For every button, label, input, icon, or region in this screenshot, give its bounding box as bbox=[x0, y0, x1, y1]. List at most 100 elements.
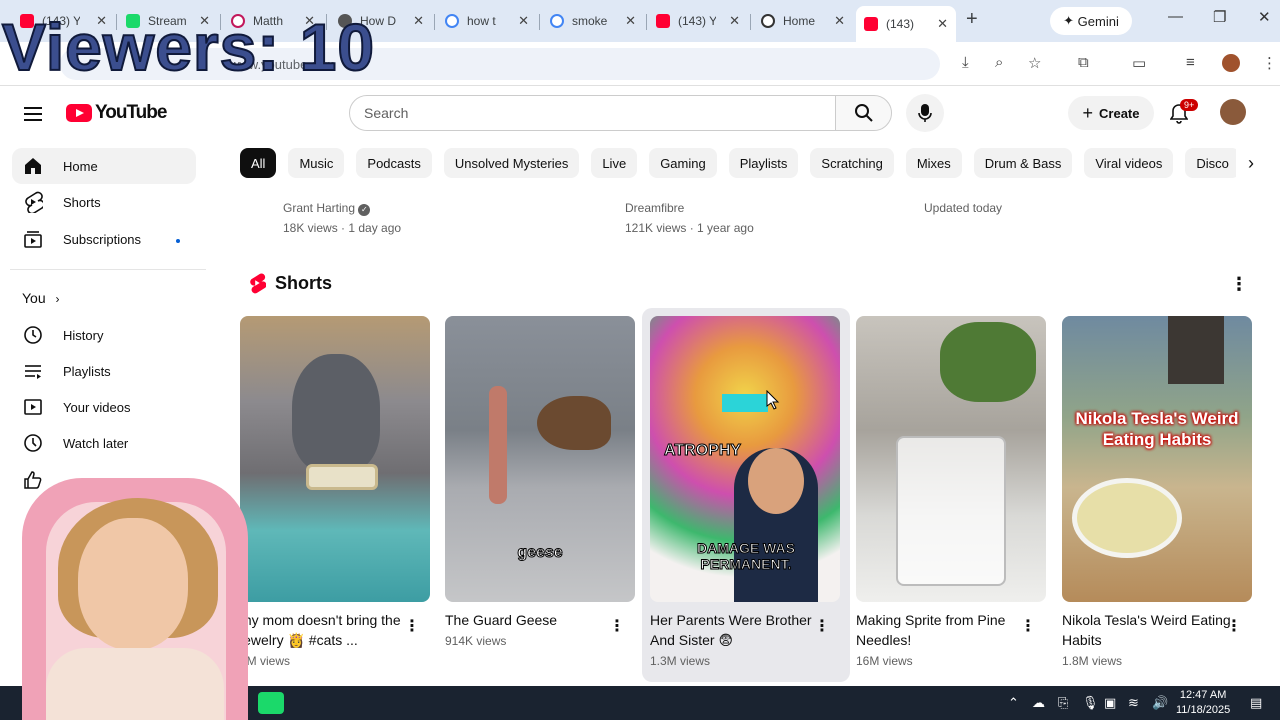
sidebar-item-label: Playlists bbox=[63, 363, 111, 379]
chip-drum-bass[interactable]: Drum & Bass bbox=[973, 148, 1073, 178]
reading-mode-icon[interactable]: ▭ bbox=[1132, 54, 1146, 72]
openai-favicon-icon bbox=[761, 14, 775, 28]
youtube-logo[interactable]: YouTube bbox=[66, 102, 167, 124]
more-options-icon[interactable]: ⋮ bbox=[1226, 616, 1242, 636]
restore-icon[interactable]: ❐ bbox=[1213, 8, 1226, 26]
chip-live[interactable]: Live bbox=[591, 148, 638, 178]
short-thumbnail[interactable]: Nikola Tesla's Weird Eating Habits bbox=[1062, 316, 1252, 602]
short-thumbnail[interactable] bbox=[240, 316, 430, 602]
bookmark-star-icon[interactable]: ☆ bbox=[1028, 54, 1041, 72]
install-icon[interactable]: ⤓ bbox=[962, 54, 969, 71]
short-title[interactable]: my mom doesn't bring the jewelry 👸 #cats… bbox=[240, 610, 410, 650]
more-options-icon[interactable]: ⋮ bbox=[609, 616, 625, 636]
filter-chips: All Music Podcasts Unsolved Mysteries Li… bbox=[240, 148, 1240, 180]
browser-tab-active[interactable]: (143) ✕ bbox=[856, 6, 956, 42]
search-button[interactable] bbox=[835, 95, 892, 131]
chip-all[interactable]: All bbox=[240, 148, 277, 178]
close-tab-icon[interactable]: ✕ bbox=[625, 13, 636, 29]
channel-name[interactable]: Grant Harting bbox=[283, 201, 355, 215]
sidebar-item-your-videos[interactable]: Your videos bbox=[12, 389, 196, 425]
media-control-icon[interactable]: ≡ bbox=[1186, 54, 1195, 71]
cloud-icon[interactable]: ☁ bbox=[1032, 695, 1045, 711]
sidebar-item-shorts[interactable]: Shorts bbox=[12, 184, 196, 220]
sidebar-item-home[interactable]: Home bbox=[12, 148, 196, 184]
short-thumbnail[interactable] bbox=[856, 316, 1046, 602]
more-options-icon[interactable]: ⋮ bbox=[1020, 616, 1036, 636]
chip-podcasts[interactable]: Podcasts bbox=[356, 148, 432, 178]
chip-playlists[interactable]: Playlists bbox=[728, 148, 799, 178]
short-card[interactable]: ATROPHY DAMAGE WAS PERMANENT. Her Parent… bbox=[650, 316, 840, 668]
volume-icon[interactable]: 🔊 bbox=[1152, 695, 1168, 711]
chip-viral-videos[interactable]: Viral videos bbox=[1084, 148, 1174, 178]
close-tab-icon[interactable]: ✕ bbox=[518, 13, 529, 29]
zoom-icon[interactable]: ⌕ bbox=[995, 54, 1003, 71]
streaming-app-icon[interactable] bbox=[258, 692, 284, 714]
extensions-icon[interactable]: ⧉ bbox=[1078, 54, 1089, 71]
voice-search-button[interactable] bbox=[906, 94, 944, 132]
hamburger-menu-icon[interactable] bbox=[24, 103, 42, 125]
short-title[interactable]: Making Sprite from Pine Needles! bbox=[856, 610, 1026, 650]
shorts-logo-icon bbox=[250, 273, 266, 294]
sidebar-you-header[interactable]: You › bbox=[22, 290, 60, 306]
playlists-icon bbox=[22, 360, 44, 382]
tab-title: (143) bbox=[886, 17, 915, 31]
sidebar-divider bbox=[10, 269, 206, 270]
sidebar-item-watch-later[interactable]: Watch later bbox=[12, 425, 196, 461]
short-thumbnail[interactable]: ATROPHY DAMAGE WAS PERMANENT. bbox=[650, 316, 840, 602]
system-clock[interactable]: 12:47 AM 11/18/2025 bbox=[1176, 688, 1230, 718]
short-card[interactable]: Making Sprite from Pine Needles! 16M vie… bbox=[856, 316, 1046, 668]
short-thumbnail[interactable]: geese bbox=[445, 316, 635, 602]
new-content-dot bbox=[176, 239, 180, 243]
thumbnail-caption: DAMAGE WAS PERMANENT. bbox=[697, 540, 796, 573]
short-card[interactable]: my mom doesn't bring the jewelry 👸 #cats… bbox=[240, 316, 430, 668]
channel-name[interactable]: Dreamfibre bbox=[625, 198, 754, 218]
sidebar-item-subscriptions[interactable]: Subscriptions bbox=[12, 221, 196, 257]
short-card[interactable]: geese The Guard Geese 914K views ⋮ bbox=[445, 316, 635, 648]
more-options-icon[interactable]: ⋮ bbox=[814, 616, 830, 636]
more-options-icon[interactable]: ⋮ bbox=[404, 616, 420, 636]
short-title[interactable]: The Guard Geese bbox=[445, 610, 615, 630]
browser-menu-icon[interactable]: ⋮ bbox=[1262, 54, 1277, 72]
short-title[interactable]: Her Parents Were Brother And Sister 😨 bbox=[650, 610, 820, 650]
close-window-icon[interactable]: ✕ bbox=[1258, 8, 1271, 26]
mouse-cursor-icon bbox=[766, 389, 780, 415]
chip-gaming[interactable]: Gaming bbox=[649, 148, 717, 178]
minimize-icon[interactable]: — bbox=[1168, 8, 1183, 25]
profile-avatar[interactable] bbox=[1222, 54, 1240, 72]
chevron-up-icon[interactable]: ⌃ bbox=[1008, 695, 1019, 711]
gemini-button[interactable]: ✦ Gemini bbox=[1050, 7, 1132, 35]
usb-icon[interactable]: ⎘ bbox=[1058, 695, 1068, 711]
browser-tab[interactable]: how t ✕ bbox=[437, 6, 537, 36]
more-options-icon[interactable]: ⋮ bbox=[1230, 274, 1248, 295]
chip-scratching[interactable]: Scratching bbox=[810, 148, 894, 178]
short-title[interactable]: Nikola Tesla's Weird Eating Habits bbox=[1062, 610, 1232, 650]
browser-tab[interactable]: smoke ✕ bbox=[542, 6, 644, 36]
chip-mixes[interactable]: Mixes bbox=[905, 148, 962, 178]
wifi-icon[interactable]: ≋ bbox=[1128, 695, 1139, 711]
notifications-icon[interactable]: ▤ bbox=[1250, 695, 1262, 711]
new-tab-button[interactable]: + bbox=[966, 8, 978, 31]
display-icon[interactable]: ▣ bbox=[1104, 695, 1116, 711]
chip-music[interactable]: Music bbox=[288, 148, 345, 178]
search-input[interactable]: Search bbox=[349, 95, 836, 131]
chip-unsolved-mysteries[interactable]: Unsolved Mysteries bbox=[443, 148, 580, 178]
close-tab-icon[interactable]: ✕ bbox=[937, 16, 948, 32]
short-views: 1.8M views bbox=[1062, 654, 1123, 668]
youtube-header: YouTube Search + Create 9+ bbox=[0, 86, 1280, 142]
short-card[interactable]: Nikola Tesla's Weird Eating Habits Nikol… bbox=[1062, 316, 1252, 668]
sidebar-item-playlists[interactable]: Playlists bbox=[12, 353, 196, 389]
browser-tab[interactable]: Home ✕ bbox=[753, 6, 853, 36]
chevron-right-icon: › bbox=[55, 292, 60, 306]
microphone-icon[interactable]: 🎙 bbox=[1082, 695, 1099, 711]
subscriptions-icon bbox=[22, 228, 44, 250]
chevron-right-icon[interactable]: › bbox=[1236, 148, 1266, 178]
close-tab-icon[interactable]: ✕ bbox=[834, 13, 845, 29]
create-button[interactable]: + Create bbox=[1068, 96, 1154, 130]
short-views: 16M views bbox=[856, 654, 913, 668]
close-tab-icon[interactable]: ✕ bbox=[413, 13, 424, 29]
chip-disco[interactable]: Disco bbox=[1185, 148, 1240, 178]
close-tab-icon[interactable]: ✕ bbox=[729, 13, 740, 29]
browser-tab[interactable]: (143) Y ✕ bbox=[648, 6, 748, 36]
account-avatar[interactable] bbox=[1220, 99, 1246, 125]
sidebar-item-history[interactable]: History bbox=[12, 317, 196, 353]
